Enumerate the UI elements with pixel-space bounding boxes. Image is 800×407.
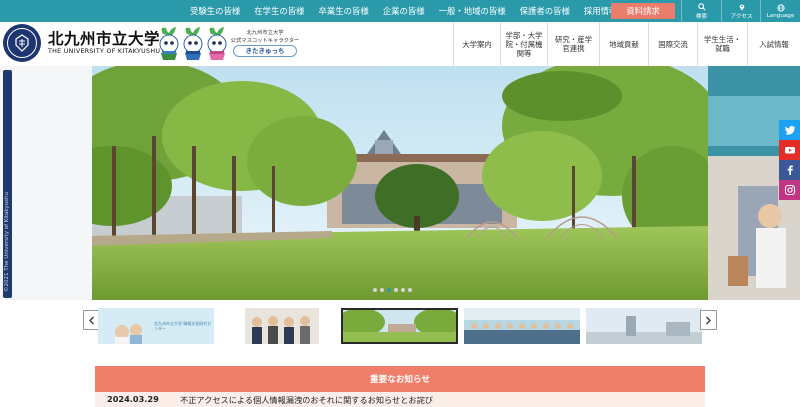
search-icon bbox=[697, 2, 706, 11]
request-materials-button[interactable]: 資料請求 bbox=[611, 3, 675, 19]
main-nav-community[interactable]: 地域貢献 bbox=[599, 22, 648, 66]
important-notice: 重要なお知らせ 2024.03.29 不正アクセスによる個人情報漏洩のおそれに関… bbox=[95, 366, 705, 407]
nav-prospective-students[interactable]: 受験生の皆様 bbox=[190, 5, 240, 17]
main-nav-admissions[interactable]: 入試情報 bbox=[747, 22, 800, 66]
facebook-icon bbox=[787, 165, 793, 175]
mascot-card[interactable]: 北九州市立大学 公式マスコットキャラクター きたきゅっち bbox=[230, 26, 300, 60]
page: 受験生の皆様 在学生の皆様 卒業生の皆様 企業の皆様 一般・地域の皆様 保護者の… bbox=[0, 0, 800, 407]
notice-date: 2024.03.29 bbox=[107, 394, 159, 404]
main-nav: 大学案内 学部・大学院・付属機関等 研究・産学官連携 地域貢献 国際交流 学生生… bbox=[453, 22, 800, 66]
nav-companies[interactable]: 企業の皆様 bbox=[383, 5, 425, 17]
mascot-caption-line1: 北九州市立大学 bbox=[246, 30, 284, 36]
globe-icon bbox=[776, 3, 785, 12]
hero-dot-2[interactable] bbox=[380, 288, 384, 292]
twitter-link[interactable] bbox=[779, 120, 800, 140]
mascot-caption-line2: 公式マスコットキャラクター bbox=[230, 38, 300, 44]
chevron-left-icon bbox=[89, 316, 94, 324]
hero-dot-3[interactable] bbox=[387, 288, 391, 292]
banner-carousel: 北九州市立大学 情報文化研究センター bbox=[0, 300, 800, 362]
main-nav-faculties[interactable]: 学部・大学院・付属機関等 bbox=[500, 22, 547, 66]
nav-public-community[interactable]: 一般・地域の皆様 bbox=[439, 5, 506, 17]
access-label: アクセス bbox=[730, 13, 753, 20]
banner-thumb-1[interactable]: 北九州市立大学 情報文化研究センター bbox=[98, 308, 214, 344]
university-seal-logo[interactable] bbox=[3, 24, 41, 62]
youtube-icon bbox=[784, 147, 795, 154]
banner-thumb-1-text: 北九州市立大学 情報文化研究センター bbox=[154, 321, 212, 331]
hero-campus-photo[interactable] bbox=[92, 66, 708, 300]
banner-thumb-4[interactable] bbox=[464, 308, 580, 344]
hero-pagination bbox=[373, 288, 415, 292]
banner-thumb-5[interactable] bbox=[586, 308, 702, 344]
access-button[interactable]: アクセス bbox=[721, 0, 761, 22]
banner-thumb-3-active[interactable] bbox=[341, 308, 458, 344]
search-label: 検索 bbox=[695, 13, 708, 20]
hero-dot-5[interactable] bbox=[401, 288, 405, 292]
mascot-illustration[interactable] bbox=[157, 24, 229, 62]
main-nav-research[interactable]: 研究・産学官連携 bbox=[547, 22, 599, 66]
main-nav-student-life[interactable]: 学生生活・就職 bbox=[697, 22, 747, 66]
logo-english-name[interactable]: THE UNIVERSITY OF KITAKYUSHU bbox=[48, 48, 160, 55]
hero-dot-1[interactable] bbox=[373, 288, 377, 292]
utility-bar: 受験生の皆様 在学生の皆様 卒業生の皆様 企業の皆様 一般・地域の皆様 保護者の… bbox=[0, 0, 800, 22]
notice-item[interactable]: 2024.03.29 不正アクセスによる個人情報漏洩のおそれに関するお知らせとお… bbox=[95, 392, 705, 407]
hero-side-tab: ©2021 The University of Kitakyushu bbox=[3, 70, 12, 298]
nav-alumni[interactable]: 卒業生の皆様 bbox=[319, 5, 369, 17]
language-button[interactable]: Language bbox=[760, 0, 800, 22]
hero-slider: ©2021 The University of Kitakyushu bbox=[0, 66, 800, 300]
banner-thumb-2[interactable] bbox=[245, 308, 319, 344]
instagram-icon bbox=[784, 184, 795, 196]
search-button[interactable]: 検索 bbox=[681, 0, 721, 22]
audience-nav: 受験生の皆様 在学生の皆様 卒業生の皆様 企業の皆様 一般・地域の皆様 保護者の… bbox=[190, 0, 631, 22]
crest-icon bbox=[15, 34, 29, 52]
notice-link[interactable]: 不正アクセスによる個人情報漏洩のおそれに関するお知らせとお詫び bbox=[180, 394, 433, 406]
carousel-next-button[interactable] bbox=[700, 310, 717, 330]
site-header: 北九州市立大学 THE UNIVERSITY OF KITAKYUSHU 北九州… bbox=[0, 22, 800, 66]
notice-heading: 重要なお知らせ bbox=[95, 366, 705, 392]
main-nav-about[interactable]: 大学案内 bbox=[453, 22, 500, 66]
language-label: Language bbox=[766, 12, 795, 19]
chevron-right-icon bbox=[706, 316, 711, 324]
mascot-name-badge: きたきゅっち bbox=[233, 45, 297, 57]
copyright-text: ©2021 The University of Kitakyushu bbox=[4, 192, 10, 292]
instagram-link[interactable] bbox=[779, 180, 800, 200]
nav-current-students[interactable]: 在学生の皆様 bbox=[254, 5, 304, 17]
hero-dot-6[interactable] bbox=[408, 288, 412, 292]
hero-dot-4[interactable] bbox=[394, 288, 398, 292]
logo-japanese-name[interactable]: 北九州市立大学 bbox=[48, 27, 160, 49]
twitter-icon bbox=[784, 125, 795, 135]
main-nav-international[interactable]: 国際交流 bbox=[648, 22, 697, 66]
map-pin-icon bbox=[739, 4, 744, 11]
nav-parents[interactable]: 保護者の皆様 bbox=[520, 5, 570, 17]
youtube-link[interactable] bbox=[779, 140, 800, 160]
hero-previous-slide-peek: ©2021 The University of Kitakyushu bbox=[0, 66, 92, 300]
facebook-link[interactable] bbox=[779, 160, 800, 180]
